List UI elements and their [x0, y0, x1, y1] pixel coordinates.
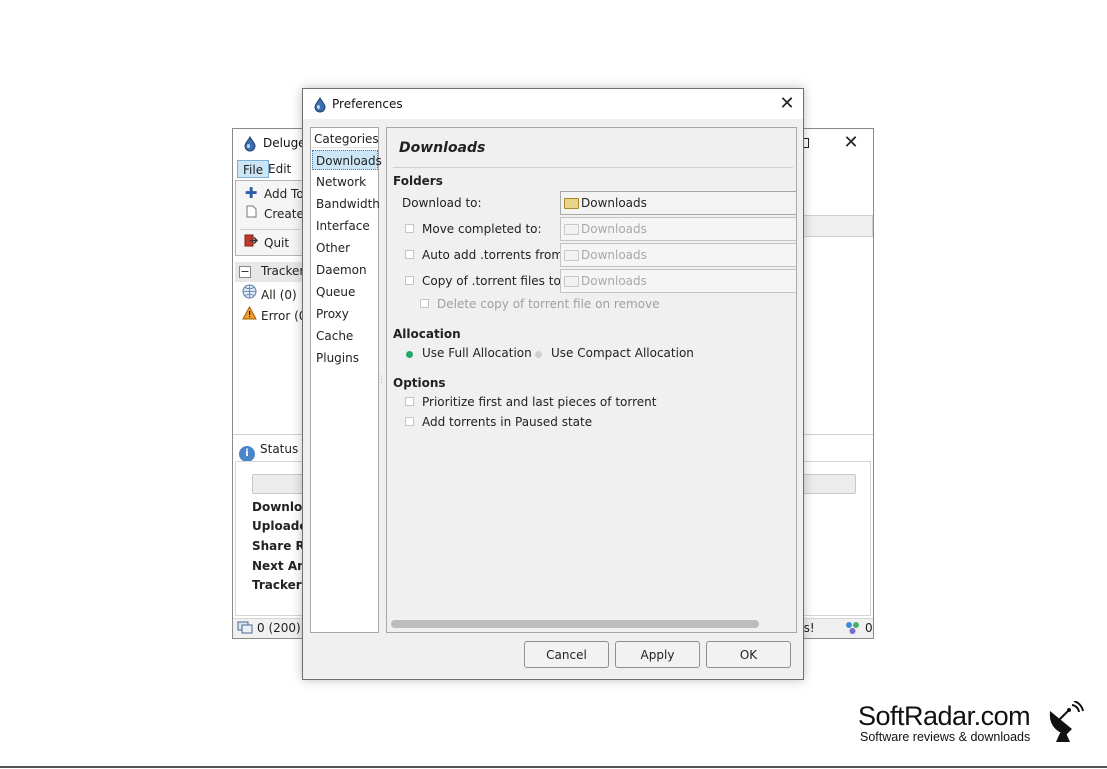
category-downloads[interactable]: Downloads: [312, 150, 382, 170]
plus-icon: ✚: [244, 184, 258, 202]
prioritize-label: Prioritize first and last pieces of torr…: [422, 395, 657, 409]
move-completed-label: Move completed to:: [422, 222, 542, 236]
downloads-settings-panel: Downloads Folders Download to: Downloads…: [386, 127, 797, 633]
category-bandwidth[interactable]: Bandwidth: [312, 194, 380, 214]
main-close-button[interactable]: ✕: [839, 131, 863, 155]
compact-allocation-radio[interactable]: [535, 351, 542, 358]
category-plugins[interactable]: Plugins: [312, 348, 378, 368]
compact-allocation-label: Use Compact Allocation: [551, 346, 694, 360]
copy-torrent-checkbox[interactable]: [405, 276, 414, 285]
menu-item-create-torrent[interactable]: Create: [244, 204, 304, 224]
folder-icon: [564, 198, 579, 209]
watermark-title: SoftRadar.com: [858, 701, 1031, 731]
delete-copy-checkbox[interactable]: [420, 299, 429, 308]
category-proxy[interactable]: Proxy: [312, 304, 378, 324]
stat-uploaded-label: Uploade: [252, 519, 308, 533]
main-window-title: Deluge: [263, 136, 306, 150]
bottom-border: [0, 766, 1107, 768]
move-completed-checkbox[interactable]: [405, 224, 414, 233]
categories-header: Categories: [311, 128, 379, 148]
sidebar-item-error[interactable]: Error (0: [241, 305, 306, 325]
copy-torrent-folder-button[interactable]: Downloads: [560, 269, 796, 293]
menu-item-add-torrent[interactable]: ✚ Add To: [244, 183, 304, 203]
new-document-icon: [244, 204, 258, 224]
dialog-close-button[interactable]: ✕: [775, 92, 799, 116]
copy-torrent-label: Copy of .torrent files to:: [422, 274, 565, 288]
folder-icon: [564, 224, 579, 235]
menu-separator: [240, 229, 300, 230]
dialog-titlebar[interactable]: Preferences ✕: [303, 89, 803, 119]
torrent-list-header: [803, 215, 873, 237]
options-heading: Options: [393, 376, 446, 390]
categories-list: Categories Downloads Network Bandwidth I…: [310, 127, 382, 633]
category-cache[interactable]: Cache: [312, 326, 378, 346]
apply-button[interactable]: Apply: [615, 641, 700, 668]
category-interface[interactable]: Interface: [312, 216, 378, 236]
folders-heading: Folders: [393, 174, 443, 188]
category-daemon[interactable]: Daemon: [312, 260, 378, 280]
dht-nodes-icon: [846, 622, 859, 634]
add-paused-checkbox[interactable]: [405, 417, 414, 426]
folder-icon: [564, 276, 579, 287]
deluge-logo-icon: [313, 96, 327, 116]
auto-add-label: Auto add .torrents from:: [422, 248, 568, 262]
prioritize-checkbox[interactable]: [405, 397, 414, 406]
page-title: Downloads: [399, 140, 486, 156]
connections-icon: [237, 621, 253, 634]
sidebar-trackers-header[interactable]: − Trackers: [235, 262, 311, 282]
watermark-subtitle: Software reviews & downloads: [860, 730, 1031, 744]
cancel-button[interactable]: Cancel: [524, 641, 609, 668]
category-queue[interactable]: Queue: [312, 282, 378, 302]
collapse-icon[interactable]: −: [239, 266, 251, 278]
dialog-title: Preferences: [332, 97, 403, 111]
sidebar-item-all[interactable]: All (0): [241, 284, 297, 302]
horizontal-scrollbar[interactable]: [391, 620, 759, 628]
file-menu-dropdown: ✚ Add To Create Quit: [235, 180, 305, 256]
deluge-logo-icon: [243, 135, 257, 155]
allocation-heading: Allocation: [393, 327, 461, 341]
category-network[interactable]: Network: [312, 172, 378, 192]
globe-icon: [241, 284, 257, 304]
move-completed-folder-button[interactable]: Downloads: [560, 217, 796, 241]
preferences-dialog: Preferences ✕ Categories Downloads Netwo…: [302, 88, 804, 680]
auto-add-checkbox[interactable]: [405, 250, 414, 259]
pane-splitter-handle[interactable]: · · ·: [380, 373, 384, 387]
delete-copy-label: Delete copy of torrent file on remove: [437, 297, 660, 311]
tab-status[interactable]: i Status: [239, 439, 298, 462]
full-allocation-radio[interactable]: [406, 351, 413, 358]
exit-icon: [244, 233, 259, 253]
statusbar-connections[interactable]: 0 (200): [237, 621, 301, 635]
download-to-folder-button[interactable]: Downloads: [560, 191, 796, 215]
add-paused-label: Add torrents in Paused state: [422, 415, 593, 429]
menu-edit[interactable]: Edit: [263, 160, 296, 178]
full-allocation-label: Use Full Allocation: [422, 346, 532, 360]
statusbar-dht[interactable]: 0: [845, 621, 873, 635]
ok-button[interactable]: OK: [706, 641, 791, 668]
title-divider: [393, 167, 793, 168]
folder-icon: [564, 250, 579, 261]
download-to-label: Download to:: [402, 196, 482, 210]
category-other[interactable]: Other: [312, 238, 378, 258]
menu-item-quit[interactable]: Quit: [244, 233, 289, 253]
info-icon: i: [239, 446, 255, 462]
warning-icon: [241, 305, 257, 325]
auto-add-folder-button[interactable]: Downloads: [560, 243, 796, 267]
satellite-dish-icon: [1046, 700, 1084, 746]
